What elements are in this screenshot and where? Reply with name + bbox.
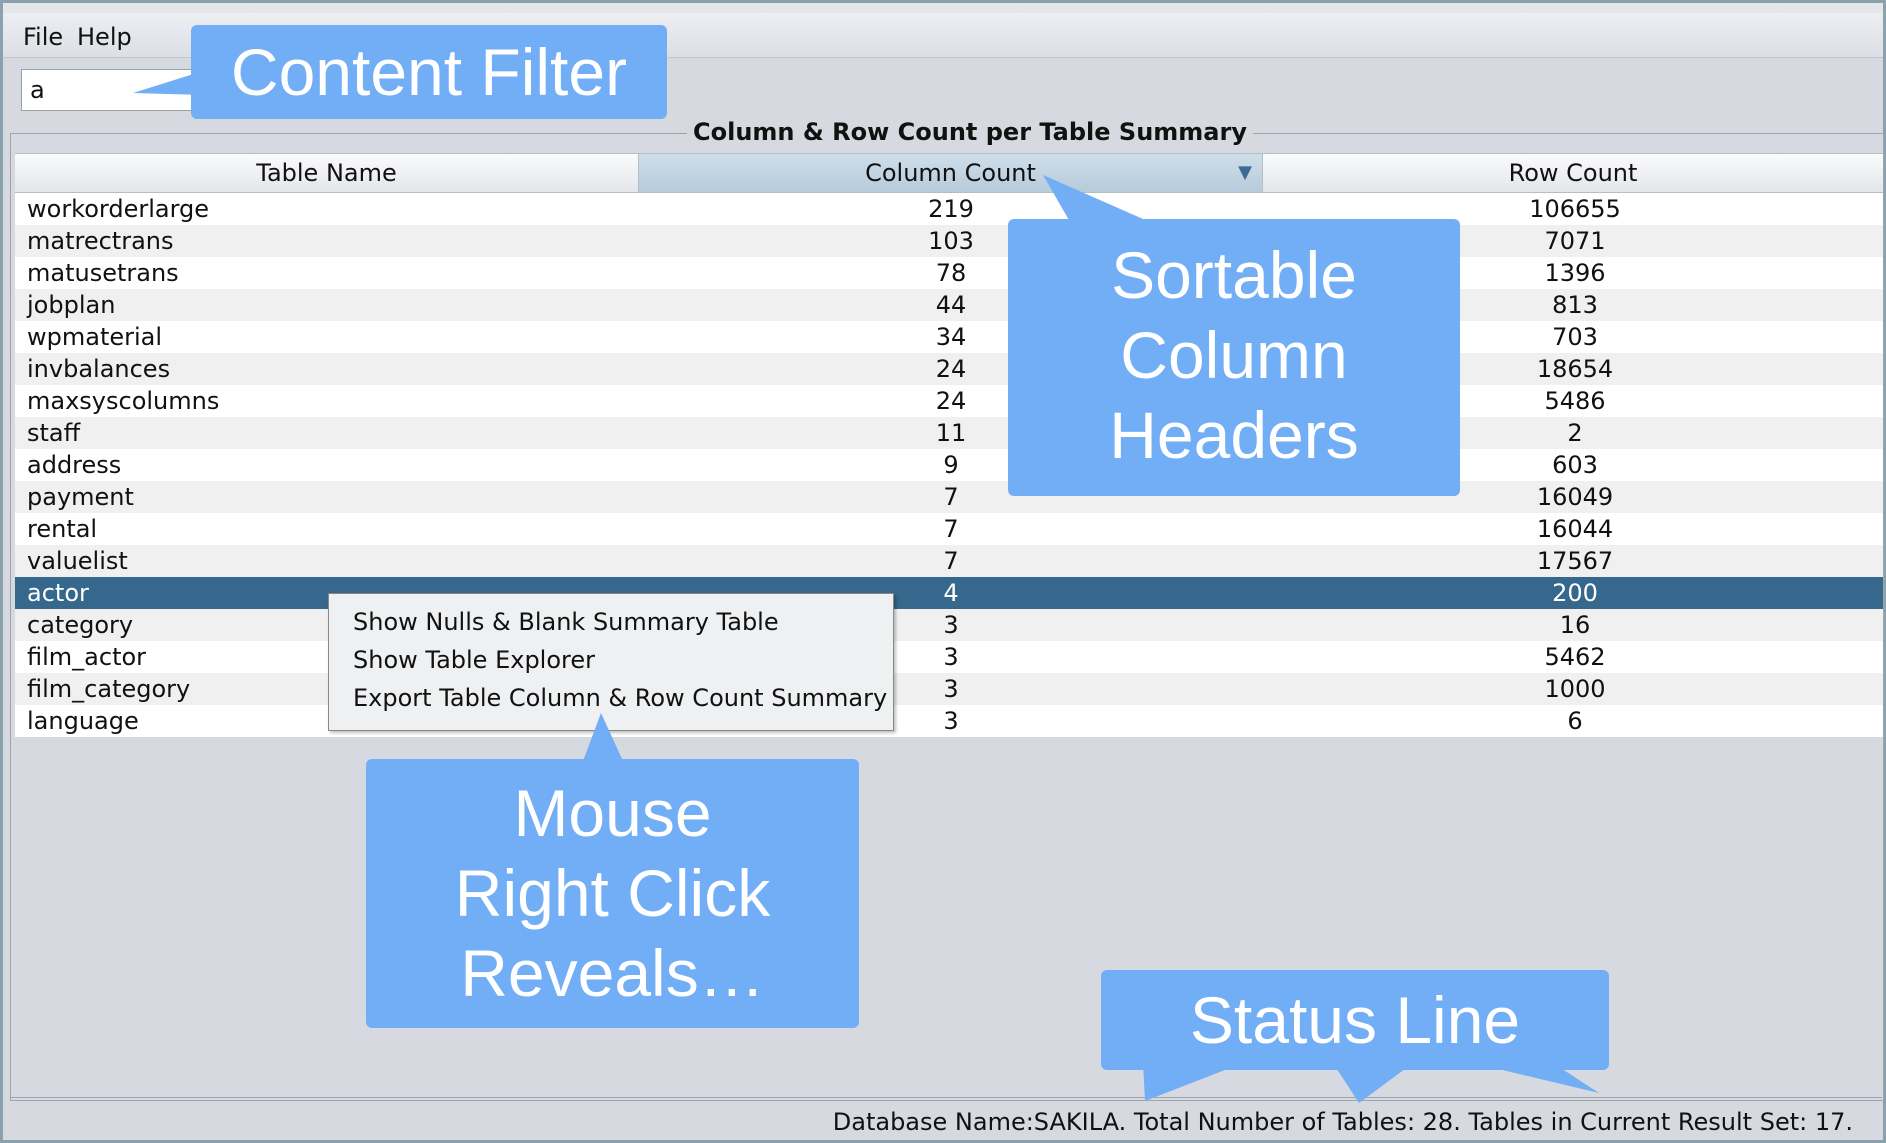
- cell-table-name: payment: [27, 483, 134, 511]
- cell-row-count: 5462: [1544, 643, 1606, 671]
- menu-item-show-table-explorer[interactable]: Show Table Explorer: [353, 646, 595, 674]
- cell-table-name: maxsyscolumns: [27, 387, 220, 415]
- header-table-name[interactable]: Table Name: [15, 154, 639, 192]
- table-row[interactable]: payment 7 16049: [15, 481, 1883, 513]
- cell-table-name: matrectrans: [27, 227, 174, 255]
- table-row[interactable]: actor 4 200: [15, 577, 1883, 609]
- menu-help[interactable]: Help: [77, 23, 132, 51]
- table-row[interactable]: matrectrans 103 7071: [15, 225, 1883, 257]
- menu-item-export-summary[interactable]: Export Table Column & Row Count Summary: [353, 684, 887, 712]
- right-click-callout: Mouse Right Click Reveals…: [366, 759, 859, 1028]
- menu-file[interactable]: File: [23, 23, 63, 51]
- table-row[interactable]: matusetrans 78 1396: [15, 257, 1883, 289]
- cell-row-count: 16: [1559, 611, 1591, 639]
- app-window: File Help a Column & Row Count per Table…: [0, 0, 1886, 1143]
- table-row[interactable]: category 3 16: [15, 609, 1883, 641]
- table-row[interactable]: staff 11 2: [15, 417, 1883, 449]
- table-row[interactable]: workorderlarge 219 106655: [15, 193, 1883, 225]
- sortable-headers-callout: Sortable Column Headers: [1008, 219, 1460, 496]
- cell-table-name: jobplan: [27, 291, 116, 319]
- cell-table-name: workorderlarge: [27, 195, 210, 223]
- status-line-callout-pointers: [1143, 1063, 1599, 1103]
- cell-row-count: 200: [1552, 579, 1598, 607]
- cell-table-name: matusetrans: [27, 259, 179, 287]
- sortable-headers-line-3: Headers: [1109, 398, 1359, 472]
- table-row[interactable]: jobplan 44 813: [15, 289, 1883, 321]
- cell-table-name: staff: [27, 419, 81, 447]
- table-row[interactable]: invbalances 24 18654: [15, 353, 1883, 385]
- cell-table-name: actor: [27, 579, 89, 607]
- header-row-count[interactable]: Row Count: [1263, 154, 1883, 192]
- context-menu: Show Nulls & Blank Summary Table Show Ta…: [328, 593, 894, 731]
- content-filter-callout: Content Filter: [191, 25, 667, 119]
- table-row[interactable]: address 9 603: [15, 449, 1883, 481]
- cell-table-name: invbalances: [27, 355, 171, 383]
- table-row[interactable]: valuelist 7 17567: [15, 545, 1883, 577]
- cell-table-name: film_actor: [27, 643, 147, 671]
- table-row[interactable]: maxsyscolumns 24 5486: [15, 385, 1883, 417]
- sortable-headers-line-2: Column: [1120, 318, 1348, 392]
- status-line-callout: Status Line: [1101, 970, 1609, 1070]
- right-click-callout-pointer: [583, 713, 623, 761]
- cell-row-count: 1000: [1544, 675, 1606, 703]
- right-click-line-2: Right Click: [454, 856, 771, 930]
- right-click-line-3: Reveals…: [460, 936, 765, 1010]
- cell-table-name: wpmaterial: [27, 323, 163, 351]
- cell-column-count: 7: [943, 547, 959, 575]
- cell-row-count: 16044: [1536, 515, 1614, 543]
- cell-table-name: valuelist: [27, 547, 128, 575]
- header-column-count-label: Column Count: [865, 159, 1036, 187]
- sortable-headers-line-1: Sortable: [1111, 238, 1357, 312]
- cell-row-count: 17567: [1536, 547, 1614, 575]
- cell-column-count: 7: [943, 515, 959, 543]
- sort-descending-icon: ▼: [1238, 162, 1252, 183]
- status-line: Database Name:SAKILA. Total Number of Ta…: [832, 1108, 1853, 1136]
- table-row[interactable]: film_category 3 1000: [15, 673, 1883, 705]
- header-column-count[interactable]: Column Count ▼: [639, 154, 1263, 192]
- cell-table-name: category: [27, 611, 134, 639]
- table-row[interactable]: language 3 6: [15, 705, 1883, 737]
- title-bar: [3, 3, 1883, 13]
- table-row[interactable]: rental 7 16044: [15, 513, 1883, 545]
- table-body: workorderlarge 219 106655 matrectrans 103 707…: [15, 193, 1883, 737]
- cell-table-name: address: [27, 451, 122, 479]
- menu-item-show-nulls[interactable]: Show Nulls & Blank Summary Table: [353, 608, 779, 636]
- right-click-line-1: Mouse: [513, 776, 712, 850]
- cell-table-name: rental: [27, 515, 98, 543]
- cell-row-count: 6: [1567, 707, 1583, 735]
- table-header: Table Name Column Count ▼ Row Count: [15, 153, 1883, 193]
- panel-title: Column & Row Count per Table Summary: [687, 118, 1253, 146]
- table-row[interactable]: wpmaterial 34 703: [15, 321, 1883, 353]
- cell-table-name: language: [27, 707, 139, 735]
- summary-table: Table Name Column Count ▼ Row Count work…: [15, 153, 1883, 737]
- table-row[interactable]: film_actor 3 5462: [15, 641, 1883, 673]
- cell-table-name: film_category: [27, 675, 191, 703]
